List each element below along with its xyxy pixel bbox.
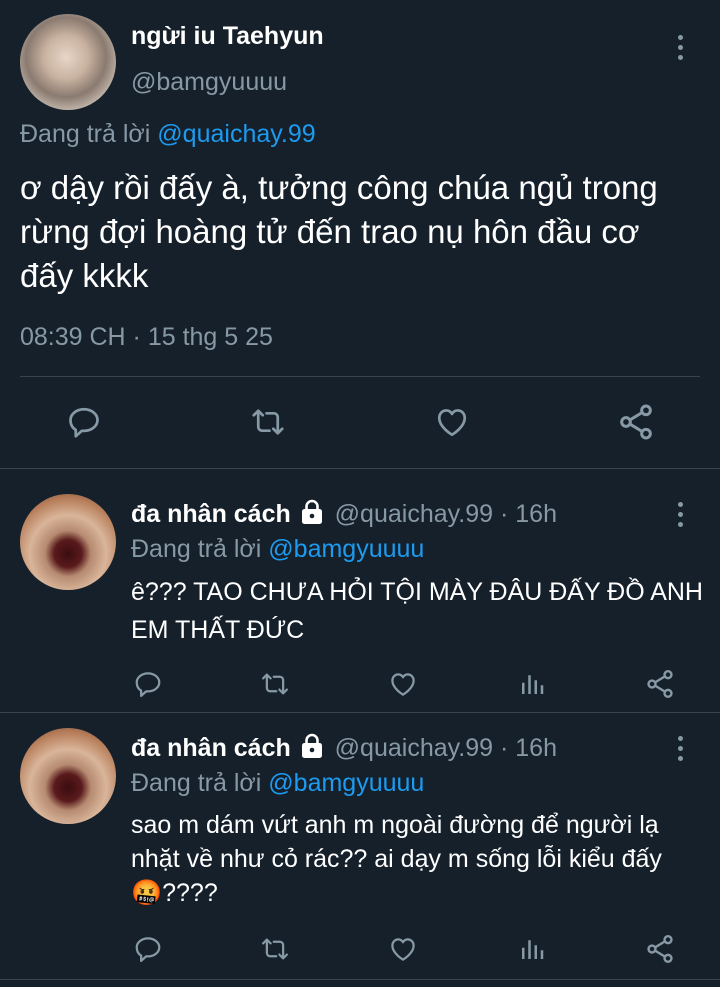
views-icon[interactable] (517, 669, 547, 699)
main-tweet-bottom-divider (0, 468, 720, 469)
reply-2-replying-line: Đang trả lời @bamgyuuuu (131, 766, 424, 800)
main-tweet-more-icon[interactable] (674, 35, 686, 60)
replying-label: Đang trả lời (131, 535, 262, 563)
reply-1-avatar[interactable] (20, 494, 116, 590)
lock-icon (300, 733, 324, 768)
reply-2-divider (0, 979, 720, 980)
like-icon[interactable] (433, 404, 471, 440)
reply-1-text: ê??? TAO CHƯA HỎI TỘI MÀY ĐÂU ĐẤY ĐỒ ANH… (131, 578, 703, 644)
reply-2-avatar[interactable] (20, 728, 116, 824)
retweet-icon[interactable] (259, 934, 291, 964)
share-icon[interactable] (644, 933, 676, 965)
retweet-icon[interactable] (259, 669, 291, 699)
replying-to-link[interactable]: @bamgyuuuu (268, 769, 424, 797)
reply-1-time[interactable]: · 16h (500, 500, 557, 528)
replying-label: Đang trả lời (20, 120, 151, 148)
lock-icon (300, 499, 324, 534)
share-icon[interactable] (616, 402, 656, 442)
like-icon[interactable] (387, 669, 419, 699)
retweet-icon[interactable] (249, 404, 287, 440)
reply-1-handle[interactable]: @quaichay.99 (335, 500, 493, 528)
reply-1-more-icon[interactable] (674, 502, 686, 527)
reply-2-time[interactable]: · 16h (500, 734, 557, 762)
like-icon[interactable] (387, 934, 419, 964)
replying-to-link[interactable]: @bamgyuuuu (268, 535, 424, 563)
main-tweet-text: ơ dậy rồi đấy à, tưởng công chúa ngủ tro… (20, 169, 658, 294)
reply-icon[interactable] (133, 669, 163, 699)
replying-to-link[interactable]: @quaichay.99 (157, 120, 315, 148)
reply-2-text: sao m dám vứt anh m ngoài đường để người… (131, 811, 662, 907)
reply-2-display-name[interactable]: đa nhân cách (131, 734, 291, 762)
reply-1-replying-line: Đang trả lời @bamgyuuuu (131, 532, 424, 566)
reply-1-display-name[interactable]: đa nhân cách (131, 500, 291, 528)
replying-label: Đang trả lời (131, 769, 262, 797)
reply-2-handle[interactable]: @quaichay.99 (335, 734, 493, 762)
share-icon[interactable] (644, 668, 676, 700)
reply-2-header: đa nhân cách @quaichay.99 · 16h (131, 731, 557, 768)
reply-2-more-icon[interactable] (674, 736, 686, 761)
main-tweet-avatar[interactable] (20, 14, 116, 110)
main-tweet-replying-line: Đang trả lời @quaichay.99 (20, 117, 316, 151)
reply-1-divider (0, 712, 720, 713)
reply-icon[interactable] (66, 404, 102, 440)
main-tweet-divider (20, 376, 700, 377)
main-tweet-handle[interactable]: @bamgyuuuu (131, 66, 287, 98)
reply-1-header: đa nhân cách @quaichay.99 · 16h (131, 497, 557, 534)
main-tweet-timestamp[interactable]: 08:39 CH · 15 thg 5 25 (20, 320, 273, 354)
reply-icon[interactable] (133, 934, 163, 964)
views-icon[interactable] (517, 934, 547, 964)
main-tweet-display-name[interactable]: ngừi iu Taehyun (131, 20, 324, 52)
